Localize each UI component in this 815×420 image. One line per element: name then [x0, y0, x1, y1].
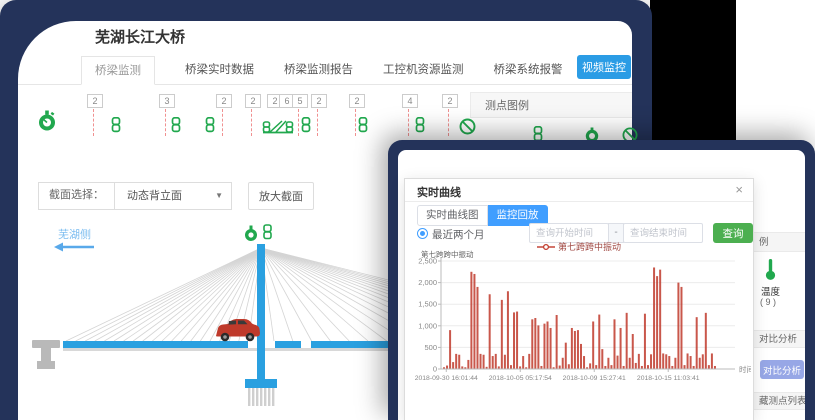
page-title: 芜湖长江大桥: [95, 26, 185, 47]
sensor-count-value: 4: [402, 94, 418, 108]
temperature-label: 温度: [761, 284, 780, 298]
video-monitor-button[interactable]: 视频监控: [577, 55, 631, 79]
bridge-deck: [63, 341, 248, 348]
section-select-label: 截面选择：: [39, 183, 115, 209]
section-select[interactable]: 动态背立面 ▼: [115, 183, 231, 209]
sensor-dash-line: [165, 109, 166, 136]
screenshot-canvas: 芜湖长江大桥 桥梁监测 桥梁实时数据 桥梁监测报告 工控机资源监测 桥梁系统报警 视频监…: [0, 0, 815, 420]
main-tab-0[interactable]: 桥梁监测: [81, 56, 155, 85]
svg-text:500: 500: [424, 343, 437, 352]
sensor-count-value: 2: [245, 94, 261, 108]
svg-text:2018-09-30 16:01:44: 2018-09-30 16:01:44: [415, 375, 478, 382]
sensor-dash-line: [251, 109, 252, 136]
left-arrow-icon: [54, 243, 94, 252]
dialog-titlebar: 实时曲线 ×: [405, 179, 753, 202]
sensor-dash-line: [448, 109, 449, 136]
vibration-chart: 第七跨跨中振动 05001,0001,5002,0002,5002018-09-…: [405, 247, 751, 399]
tower-piles: [248, 388, 274, 406]
realtime-curve-dialog: 实时曲线 × 实时曲线图监控回放 最近两个月 - 查询 第七跨跨中振动 第七跨跨…: [404, 178, 754, 420]
tower-pier-cap: [245, 379, 277, 388]
thermometer-icon[interactable]: [764, 258, 777, 286]
car: [216, 319, 260, 341]
zoom-section-button[interactable]: 放大截面: [248, 182, 314, 210]
sensor-dash-line: [93, 109, 94, 136]
svg-text:2018-10-05 05:17:54: 2018-10-05 05:17:54: [489, 375, 552, 382]
left-pier: [32, 340, 60, 369]
sidebar-header-fragment: 例: [754, 232, 805, 252]
compare-analysis-button[interactable]: 对比分析: [760, 360, 804, 379]
radio-recent-two-months[interactable]: [417, 228, 428, 239]
main-tab-bar: 桥梁监测 桥梁实时数据 桥梁监测报告 工控机资源监测 桥梁系统报警: [81, 56, 563, 85]
svg-text:2018-10-09 15:27:41: 2018-10-09 15:27:41: [563, 375, 626, 382]
main-tab-3[interactable]: 工控机资源监测: [383, 56, 464, 85]
sensor-count-value: 5: [292, 94, 308, 108]
svg-text:2,500: 2,500: [418, 257, 437, 266]
sensor-dash-line: [298, 109, 299, 136]
main-tab-1[interactable]: 桥梁实时数据: [185, 56, 254, 85]
svg-text:2018-10-15 11:03:41: 2018-10-15 11:03:41: [637, 375, 700, 382]
dialog-title: 实时曲线: [417, 184, 461, 200]
sensor-count-value: 2: [87, 94, 103, 108]
svg-text:0: 0: [433, 365, 437, 374]
tower-top-gauge-icon: [245, 226, 257, 242]
sensor-dash-line: [408, 109, 409, 136]
svg-text:1,000: 1,000: [418, 321, 437, 330]
legend-panel-header: 测点图例: [470, 92, 632, 118]
sensor-count-value: 2: [311, 94, 327, 108]
sensor-dash-line: [355, 109, 356, 136]
sensor-dash-line: [222, 109, 223, 136]
bridge-side-label: 芜湖侧: [58, 227, 91, 241]
tower-top-link-icon: [264, 225, 271, 239]
svg-text:1,500: 1,500: [418, 300, 437, 309]
desktop-black-area: [650, 0, 736, 143]
main-tab-2[interactable]: 桥梁监测报告: [284, 56, 353, 85]
temperature-count: ( 9 ): [760, 297, 776, 307]
svg-text:时间: 时间: [739, 364, 751, 374]
compare-section-header: 对比分析: [754, 330, 805, 348]
bridge-tower: [257, 244, 265, 379]
sensor-dash-line: [317, 109, 318, 136]
section-select-value: 动态背立面: [127, 184, 182, 208]
sensor-count-value: 2: [349, 94, 365, 108]
chevron-down-icon: ▼: [215, 184, 223, 208]
section-select-group: 截面选择： 动态背立面 ▼: [38, 182, 232, 210]
sensor-count-value: 2: [216, 94, 232, 108]
sensor-count-value: 2: [442, 94, 458, 108]
svg-text:2,000: 2,000: [418, 278, 437, 287]
sensor-count-value: 3: [159, 94, 175, 108]
main-tab-4[interactable]: 桥梁系统报警: [494, 56, 563, 85]
hide-point-list-toggle[interactable]: 藏测点列表: [754, 392, 805, 410]
close-icon[interactable]: ×: [735, 183, 743, 196]
